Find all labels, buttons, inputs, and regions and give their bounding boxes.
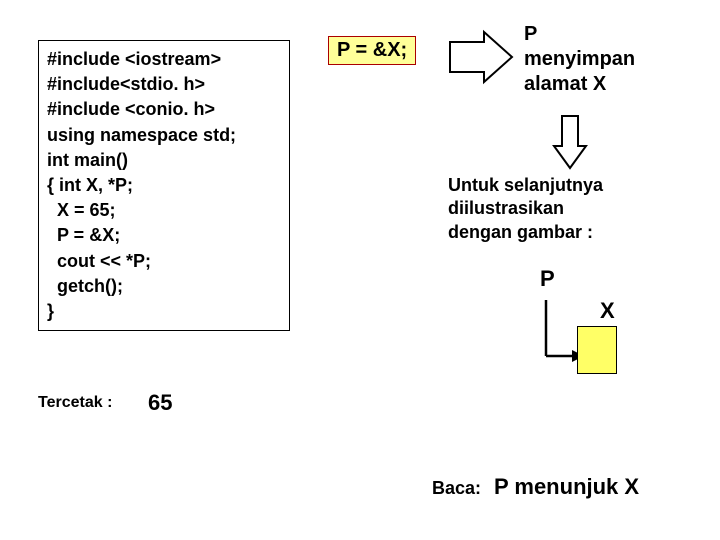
block-arrow-down-icon [550,112,590,172]
pointer-stores-address-text: P menyimpan alamat X [524,22,635,97]
highlight-pointer-assignment: P = &X; [328,36,416,65]
read-label: Baca: [432,478,481,499]
read-text: P menunjuk X [494,474,639,500]
illustration-intro-text: Untuk selanjutnya diilustrasikan dengan … [448,174,603,244]
variable-x-box [577,326,617,374]
block-arrow-right-icon [444,28,518,86]
output-value: 65 [148,390,172,416]
output-label: Tercetak : [38,394,112,412]
label-x: X [600,298,615,324]
code-block: #include <iostream> #include<stdio. h> #… [38,40,290,331]
label-p: P [540,266,555,292]
